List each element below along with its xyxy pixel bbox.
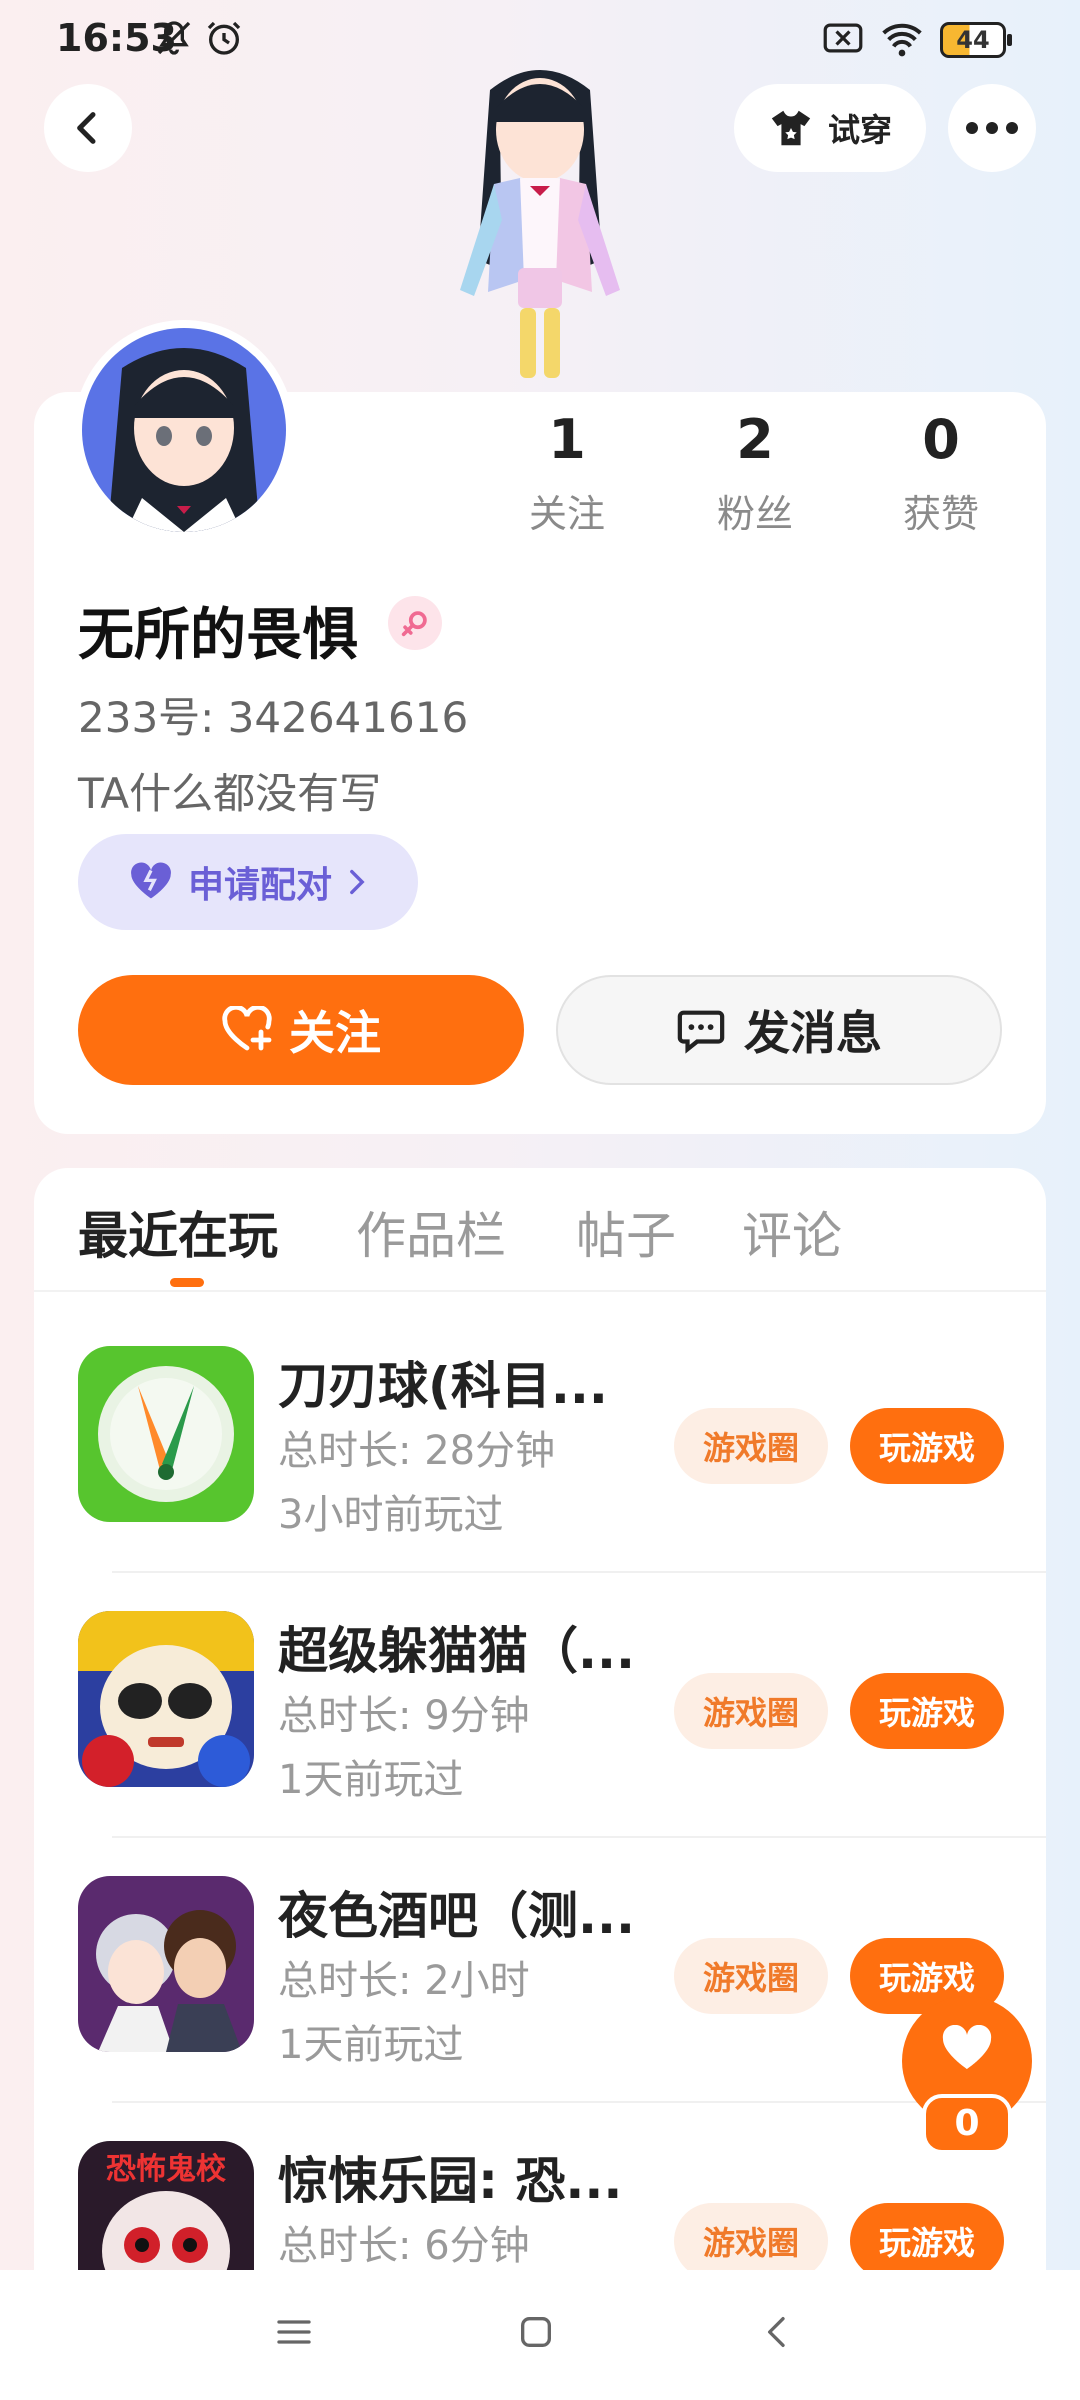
battery-indicator: 44 — [940, 22, 1012, 58]
game-circle-button[interactable]: 游戏圈 — [674, 2203, 828, 2270]
try-on-button[interactable]: 试穿 — [734, 84, 926, 172]
stat-following-label: 关注 — [528, 492, 605, 536]
list-item[interactable]: 超级躲猫猫（... 总时长: 9分钟 1天前玩过 游戏圈 玩游戏 — [34, 1573, 1046, 1838]
game-icon-super-hide-seek[interactable] — [78, 1611, 254, 1787]
chat-bubble-icon — [677, 1010, 725, 1054]
game-circle-button[interactable]: 游戏圈 — [674, 1408, 828, 1484]
no-sim-icon — [822, 18, 864, 67]
avatar-image — [82, 328, 286, 532]
menu-icon[interactable] — [274, 2312, 314, 2352]
system-nav-bar — [0, 2270, 1080, 2400]
play-game-button[interactable]: 玩游戏 — [850, 1408, 1004, 1484]
game-name: 超级躲猫猫（... — [278, 1622, 635, 1680]
avatar-3d-figure[interactable] — [430, 60, 650, 400]
play-game-button[interactable]: 玩游戏 — [850, 1673, 1004, 1749]
tab-recently-played[interactable]: 最近在玩 — [78, 1196, 278, 1268]
profile-name: 无所的畏惧 — [78, 603, 358, 668]
alarm-icon — [204, 18, 244, 67]
game-icon-text: 恐怖鬼校 — [106, 2152, 226, 2187]
heart-icon — [942, 2025, 992, 2069]
try-on-label: 试穿 — [827, 111, 892, 149]
send-message-label: 发消息 — [744, 1006, 882, 1060]
heart-plus-icon — [222, 1006, 272, 1051]
game-icon-thriller-park[interactable]: 恐怖鬼校 — [78, 2141, 254, 2270]
back-arrow-icon — [77, 112, 96, 144]
follow-button[interactable]: 关注 — [78, 975, 524, 1085]
list-item[interactable]: 夜色酒吧（测... 总时长: 2小时 1天前玩过 游戏圈 玩游戏 — [34, 1838, 1046, 2103]
game-icon-night-bar[interactable] — [78, 1876, 254, 2052]
heart-pair-icon — [131, 862, 171, 899]
profile-id: 233号: 342641616 — [78, 693, 469, 742]
stat-following[interactable]: 1 关注 — [492, 408, 642, 538]
list-item[interactable]: 恐怖鬼校 惊悚乐园: 恐... 总时长: 6分钟 游戏圈 玩游戏 — [34, 2103, 1046, 2270]
tab-comments[interactable]: 评论 — [742, 1196, 842, 1268]
game-circle-button[interactable]: 游戏圈 — [674, 1938, 828, 2014]
stat-following-value: 1 — [548, 408, 586, 471]
follow-label: 关注 — [289, 1006, 381, 1060]
game-name: 刀刃球(科目... — [278, 1357, 608, 1415]
tab-posts[interactable]: 帖子 — [576, 1196, 676, 1268]
more-button[interactable] — [948, 84, 1036, 172]
home-icon[interactable] — [516, 2312, 556, 2352]
nav-back-icon[interactable] — [758, 2312, 798, 2352]
game-duration: 总时长: 9分钟 — [278, 1693, 530, 1739]
stat-likes-label: 获赞 — [902, 492, 979, 536]
tshirt-icon — [771, 110, 811, 146]
wifi-icon — [880, 18, 924, 67]
stat-followers-label: 粉丝 — [716, 492, 793, 536]
female-icon — [388, 596, 442, 650]
game-last-played: 3小时前玩过 — [278, 1492, 504, 1538]
game-duration: 总时长: 2小时 — [278, 1958, 530, 2004]
chevron-right-icon — [350, 869, 365, 895]
stat-likes-value: 0 — [922, 408, 960, 471]
game-last-played: 1天前玩过 — [278, 1757, 464, 1803]
game-icon-blade-ball[interactable] — [78, 1346, 254, 1522]
tab-works[interactable]: 作品栏 — [356, 1196, 506, 1268]
more-dots-icon — [966, 122, 1018, 134]
stat-followers-value: 2 — [736, 408, 774, 471]
stat-likes[interactable]: 0 获赞 — [866, 408, 1016, 538]
list-item[interactable]: 刀刃球(科目... 总时长: 28分钟 3小时前玩过 游戏圈 玩游戏 — [34, 1308, 1046, 1573]
mute-icon — [154, 18, 194, 67]
apply-pair-button[interactable]: 申请配对 — [78, 834, 418, 930]
like-count-badge: 0 — [922, 2094, 1012, 2154]
game-name: 夜色酒吧（测... — [278, 1887, 635, 1945]
game-last-played: 1天前玩过 — [278, 2022, 464, 2068]
apply-pair-label: 申请配对 — [187, 865, 332, 906]
tab-divider — [34, 1290, 1046, 1292]
play-game-button[interactable]: 玩游戏 — [850, 2203, 1004, 2270]
send-message-button[interactable]: 发消息 — [556, 975, 1002, 1085]
stat-followers[interactable]: 2 粉丝 — [680, 408, 830, 538]
profile-bio: TA什么都没有写 — [78, 769, 382, 818]
game-duration: 总时长: 28分钟 — [278, 1428, 556, 1474]
game-circle-button[interactable]: 游戏圈 — [674, 1673, 828, 1749]
back-button[interactable] — [44, 84, 132, 172]
game-duration: 总时长: 6分钟 — [278, 2223, 530, 2269]
active-tab-indicator — [170, 1278, 204, 1287]
game-name: 惊悚乐园: 恐... — [278, 2152, 623, 2210]
avatar[interactable] — [74, 320, 294, 540]
